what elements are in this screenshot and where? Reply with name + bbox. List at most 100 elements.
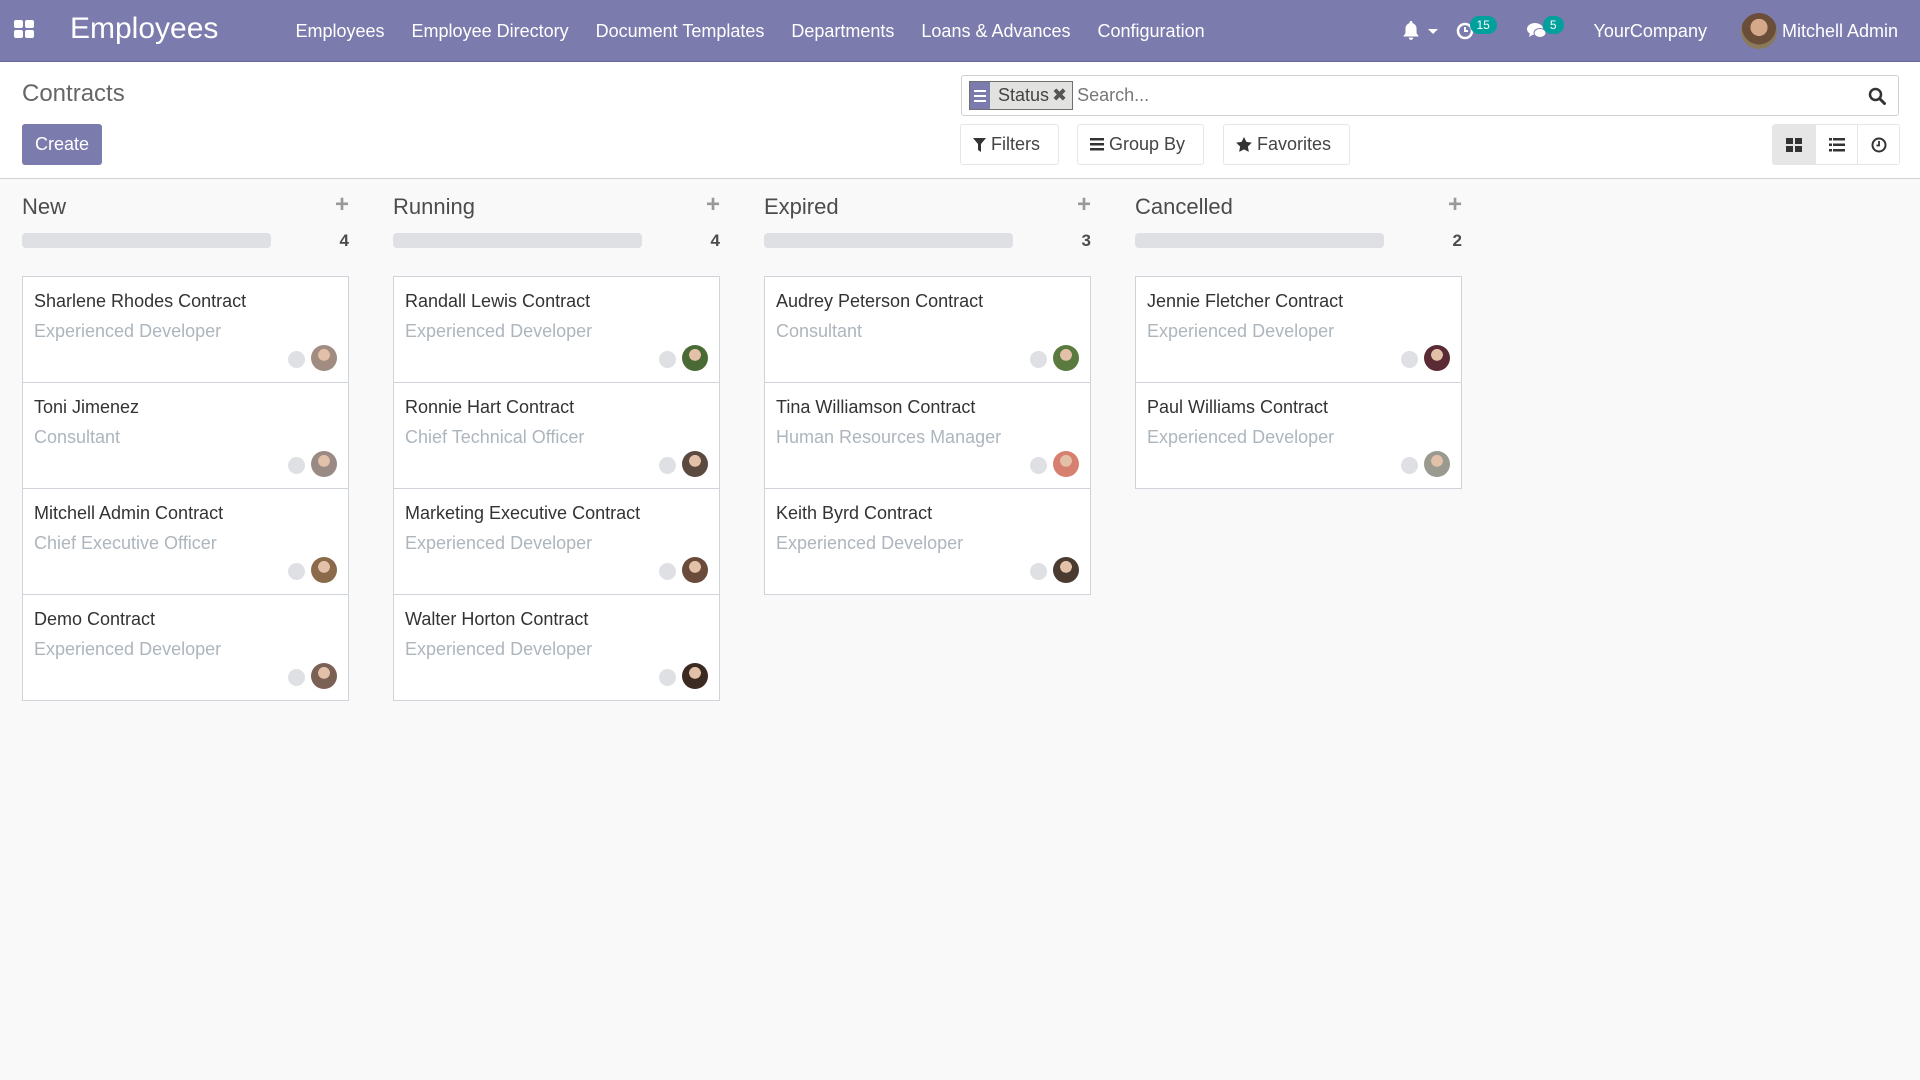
chevron-down-icon [1427,28,1438,34]
column-header[interactable]: Cancelled + [1135,180,1462,230]
contract-card[interactable]: Demo Contract Experienced Developer [22,594,349,701]
card-list: Randall Lewis Contract Experienced Develo… [393,276,720,701]
contract-card[interactable]: Ronnie Hart Contract Chief Technical Offi… [393,382,720,489]
card-job-position: Experienced Developer [405,533,593,553]
create-button[interactable]: Create [22,124,102,165]
card-list: Jennie Fletcher Contract Experienced Deve… [1135,276,1462,489]
column-progress-bar[interactable] [393,233,642,248]
card-job-position: Experienced Developer [405,639,593,659]
kanban-icon [1786,137,1802,152]
employee-avatar [682,345,708,371]
column-progress-bar[interactable] [1135,233,1384,248]
kanban-state-icon[interactable] [659,669,676,686]
kanban-state-icon[interactable] [659,563,676,580]
employee-avatar [311,345,337,371]
contract-card[interactable]: Sharlene Rhodes Contract Experienced Deve… [22,276,349,383]
clock-icon [1871,137,1886,152]
column-title: Running [393,194,475,219]
menu-item-departments[interactable]: Departments [778,21,908,42]
column-count: 4 [339,231,349,250]
search-facet-status[interactable]: Status ✖ [969,81,1074,110]
card-title: Tina Williamson Contract [776,397,976,417]
group-by-label: Group By [1109,134,1186,154]
control-panel: Contracts Create Status ✖ Filters Group … [0,62,1920,179]
card-job-position: Experienced Developer [34,639,222,659]
activities-button[interactable]: 15 [1456,16,1497,40]
user-avatar [1740,13,1777,49]
card-list: Audrey Peterson Contract Consultant Tina W… [764,276,1091,595]
contract-card[interactable]: Walter Horton Contract Experienced Develo… [393,594,720,701]
column-progress-bar[interactable] [22,233,271,248]
search-input[interactable] [1077,85,1868,106]
messages-button[interactable]: 5 [1526,16,1564,40]
card-title: Sharlene Rhodes Contract [34,291,247,311]
kanban-state-icon[interactable] [288,351,305,368]
menu-item-employee-directory[interactable]: Employee Directory [398,21,582,42]
contract-card[interactable]: Randall Lewis Contract Experienced Develo… [393,276,720,383]
menu-item-document-templates[interactable]: Document Templates [582,21,778,42]
menu-item-employees[interactable]: Employees [282,21,398,42]
column-header[interactable]: Expired + [764,180,1091,230]
app-title[interactable]: Employees [70,12,218,46]
group-by-button[interactable]: Group By [1077,124,1204,165]
filters-label: Filters [991,134,1040,154]
card-job-position: Consultant [776,321,863,341]
kanban-state-icon[interactable] [288,457,305,474]
contract-card[interactable]: Toni Jimenez Consultant [22,382,349,489]
bars-icon [1090,138,1104,151]
menu-item-configuration[interactable]: Configuration [1084,21,1218,42]
card-title: Keith Byrd Contract [776,503,933,523]
card-title: Demo Contract [34,609,156,629]
list-view-button[interactable] [1815,125,1857,164]
card-job-position: Human Resources Manager [776,427,1002,447]
contract-card[interactable]: Marketing Executive Contract Experienced … [393,488,720,595]
contract-card[interactable]: Audrey Peterson Contract Consultant [764,276,1091,383]
card-job-position: Chief Technical Officer [405,427,585,447]
column-header[interactable]: Running + [393,180,720,230]
kanban-column-new: New +4 Sharlene Rhodes Contract Experienced… [22,180,349,701]
favorites-button[interactable]: Favorites [1223,124,1350,165]
column-count: 3 [1081,231,1091,250]
kanban-state-icon[interactable] [659,351,676,368]
quick-create-plus-icon[interactable]: + [706,193,720,217]
quick-create-plus-icon[interactable]: + [1448,193,1462,217]
kanban-state-icon[interactable] [1030,351,1047,368]
card-job-position: Consultant [34,427,121,447]
notifications-button[interactable] [1402,21,1438,41]
kanban-state-icon[interactable] [659,457,676,474]
quick-create-plus-icon[interactable]: + [335,193,349,217]
apps-menu-icon[interactable] [14,20,34,38]
kanban-state-icon[interactable] [1030,563,1047,580]
menu-item-loans-advances[interactable]: Loans & Advances [908,21,1084,42]
kanban-state-icon[interactable] [288,563,305,580]
column-title: Expired [764,194,839,219]
card-title: Jennie Fletcher Contract [1147,291,1344,311]
card-title: Paul Williams Contract [1147,397,1329,417]
kanban-state-icon[interactable] [288,669,305,686]
company-switcher[interactable]: YourCompany [1594,21,1707,42]
contract-card[interactable]: Paul Williams Contract Experienced Develo… [1135,382,1462,489]
activity-count-badge: 15 [1469,16,1497,34]
card-title: Marketing Executive Contract [405,503,641,523]
column-progress-bar[interactable] [764,233,1013,248]
user-menu[interactable]: Mitchell Admin [1740,13,1920,49]
kanban-state-icon[interactable] [1030,457,1047,474]
contract-card[interactable]: Keith Byrd Contract Experienced Developer [764,488,1091,595]
activity-view-button[interactable] [1857,125,1899,164]
employee-avatar [311,663,337,689]
search-icon[interactable] [1868,87,1886,105]
quick-create-plus-icon[interactable]: + [1077,193,1091,217]
contract-card[interactable]: Jennie Fletcher Contract Experienced Deve… [1135,276,1462,383]
kanban-state-icon[interactable] [1401,351,1418,368]
column-header[interactable]: New + [22,180,349,230]
view-switcher [1772,124,1900,165]
filters-button[interactable]: Filters [960,124,1059,165]
contract-card[interactable]: Mitchell Admin Contract Chief Executive O… [22,488,349,595]
close-icon[interactable]: ✖ [1052,85,1072,106]
employee-avatar [682,451,708,477]
kanban-column-cancelled: Cancelled +2 Jennie Fletcher Contract Exper… [1135,180,1462,489]
kanban-view-button[interactable] [1773,125,1815,164]
kanban-state-icon[interactable] [1401,457,1418,474]
employee-avatar [1053,345,1079,371]
contract-card[interactable]: Tina Williamson Contract Human Resources … [764,382,1091,489]
